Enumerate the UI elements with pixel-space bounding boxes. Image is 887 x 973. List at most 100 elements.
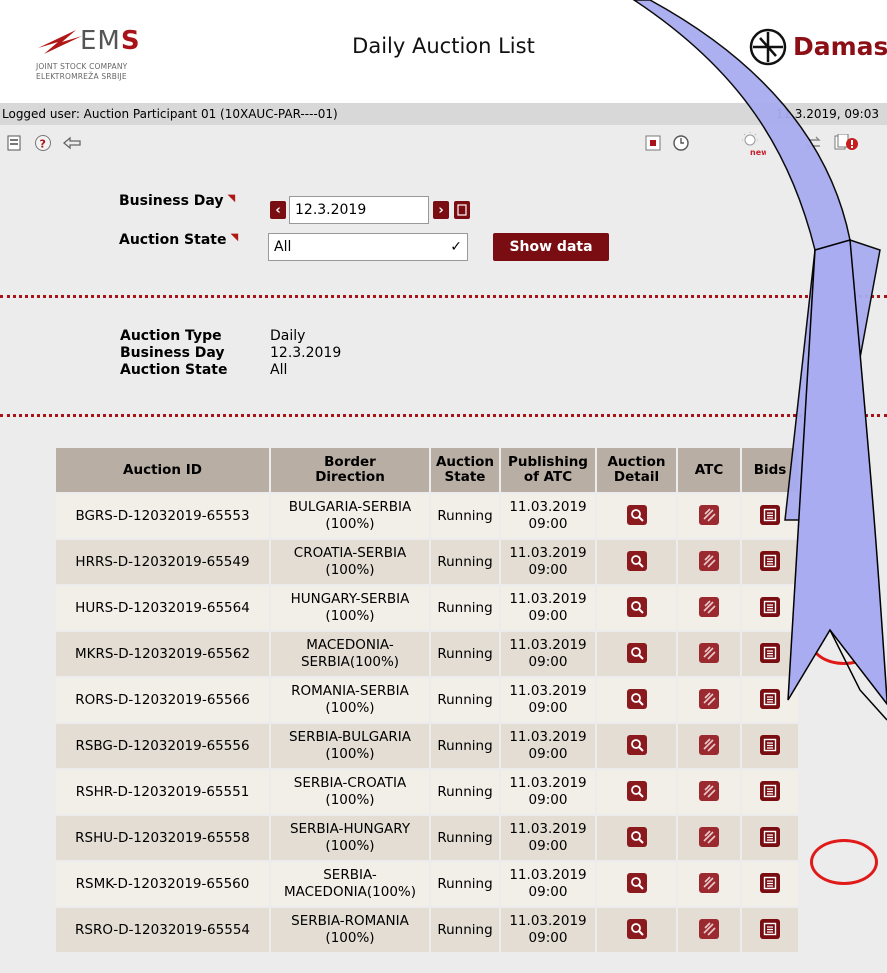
summary-day-value: 12.3.2019 (270, 345, 342, 361)
col-publishing-atc[interactable]: Publishing of ATC (501, 448, 597, 494)
auction-detail-icon[interactable] (626, 597, 647, 617)
atc-icon[interactable] (699, 505, 719, 525)
atc-icon[interactable] (699, 551, 719, 571)
cell-auction-detail (597, 908, 678, 954)
auction-detail-icon[interactable] (626, 643, 647, 663)
chevron-down-icon: ✓ (450, 239, 462, 255)
cell-atc (678, 816, 742, 862)
cell-publishing-atc: 11.03.2019 09:00 (501, 816, 597, 862)
auction-detail-icon[interactable] (626, 919, 647, 939)
cell-auction-detail (597, 540, 678, 586)
bids-icon[interactable] (760, 551, 780, 571)
auction-detail-icon[interactable] (626, 873, 647, 893)
auction-detail-icon[interactable] (626, 505, 647, 525)
document-icon[interactable] (6, 134, 22, 152)
atc-icon[interactable] (699, 735, 719, 755)
cell-auction-id: RSBG-D-12032019-65556 (56, 724, 271, 770)
stop-icon[interactable] (645, 134, 661, 152)
back-arrow-icon[interactable] (62, 134, 82, 152)
cell-auction-id: RSRO-D-12032019-65554 (56, 908, 271, 954)
summary-day-key: Business Day (120, 345, 225, 361)
col-atc: ATC (678, 448, 742, 494)
damas-wordmark: Damas (793, 32, 887, 61)
exchange-icon[interactable] (804, 134, 822, 152)
logged-user-text: Logged user: Auction Participant 01 (10X… (2, 107, 338, 121)
atc-icon[interactable] (699, 689, 719, 709)
cell-auction-state: Running (431, 724, 501, 770)
auction-state-select[interactable]: All ✓ (268, 233, 468, 261)
cell-atc (678, 494, 742, 540)
auction-detail-icon[interactable] (626, 735, 647, 755)
alert-docs-icon[interactable] (834, 134, 858, 152)
new-bulb-icon[interactable]: new (740, 130, 766, 158)
cell-publishing-atc: 11.03.2019 09:00 (501, 908, 597, 954)
cell-bids (742, 862, 800, 908)
cell-bids (742, 816, 800, 862)
cell-atc (678, 632, 742, 678)
auction-detail-icon[interactable] (626, 827, 647, 847)
user-bar: Logged user: Auction Participant 01 (10X… (0, 103, 887, 125)
bids-icon[interactable] (760, 873, 780, 893)
clock-icon[interactable] (672, 134, 690, 152)
business-day-label: Business Day ◥ (119, 193, 236, 209)
table-row: RSMK-D-12032019-65560 SERBIA- MACEDONIA(10… (56, 862, 800, 908)
col-auction-id[interactable]: Auction ID (56, 448, 271, 494)
cell-publishing-atc: 11.03.2019 09:00 (501, 494, 597, 540)
cell-atc (678, 770, 742, 816)
cell-border-direction: SERBIA-BULGARIA (100%) (271, 724, 431, 770)
cell-auction-detail (597, 816, 678, 862)
atc-icon[interactable] (699, 781, 719, 801)
atc-icon[interactable] (699, 873, 719, 893)
cell-auction-state: Running (431, 862, 501, 908)
page-header: EMS JOINT STOCK COMPANY ELEKTROMREŽA SRB… (0, 0, 887, 103)
bids-icon[interactable] (760, 735, 780, 755)
bids-icon[interactable] (760, 827, 780, 847)
help-icon[interactable]: ? (34, 134, 52, 152)
next-day-button[interactable]: › (433, 201, 449, 219)
business-day-input[interactable]: 12.3.2019 (289, 196, 429, 224)
auction-detail-icon[interactable] (626, 781, 647, 801)
auction-detail-icon[interactable] (626, 551, 647, 571)
previous-day-button[interactable]: ‹ (270, 201, 286, 219)
cell-auction-detail (597, 586, 678, 632)
summary-type-key: Auction Type (120, 328, 222, 344)
cell-border-direction: SERBIA-ROMANIA (100%) (271, 908, 431, 954)
bids-icon[interactable] (760, 689, 780, 709)
cell-border-direction: CROATIA-SERBIA (100%) (271, 540, 431, 586)
show-data-button[interactable]: Show data (493, 233, 609, 261)
calendar-icon[interactable] (454, 201, 470, 219)
cell-auction-state: Running (431, 816, 501, 862)
cell-auction-detail (597, 494, 678, 540)
cell-auction-id: HRRS-D-12032019-65549 (56, 540, 271, 586)
summary-type-value: Daily (270, 328, 306, 344)
cell-border-direction: SERBIA-CROATIA (100%) (271, 770, 431, 816)
cell-border-direction: ROMANIA-SERBIA (100%) (271, 678, 431, 724)
cell-bids (742, 586, 800, 632)
table-row: HURS-D-12032019-65564 HUNGARY-SERBIA (100%… (56, 586, 800, 632)
atc-icon[interactable] (699, 643, 719, 663)
col-border-direction[interactable]: Border Direction (271, 448, 431, 494)
damas-logo: Damas (741, 24, 887, 72)
highlight-ring (810, 619, 878, 665)
cell-atc (678, 724, 742, 770)
atc-icon[interactable] (699, 919, 719, 939)
cell-atc (678, 586, 742, 632)
bids-icon[interactable] (760, 919, 780, 939)
bids-icon[interactable] (760, 597, 780, 617)
table-row: MKRS-D-12032019-65562 MACEDONIA- SERBIA(10… (56, 632, 800, 678)
cell-publishing-atc: 11.03.2019 09:00 (501, 586, 597, 632)
col-auction-state[interactable]: Auction State (431, 448, 501, 494)
atc-icon[interactable] (699, 827, 719, 847)
cell-auction-detail (597, 632, 678, 678)
cell-auction-id: MKRS-D-12032019-65562 (56, 632, 271, 678)
toolbar: ? new (0, 125, 887, 161)
atc-icon[interactable] (699, 597, 719, 617)
auction-detail-icon[interactable] (626, 689, 647, 709)
bids-icon[interactable] (760, 781, 780, 801)
ems-subtitle: JOINT STOCK COMPANY ELEKTROMREŽA SRBIJE (36, 62, 128, 81)
bids-icon[interactable] (760, 643, 780, 663)
auction-state-label: Auction State ◥ (119, 232, 239, 248)
bids-icon[interactable] (760, 505, 780, 525)
cell-border-direction: MACEDONIA- SERBIA(100%) (271, 632, 431, 678)
summary-state-value: All (270, 362, 288, 378)
